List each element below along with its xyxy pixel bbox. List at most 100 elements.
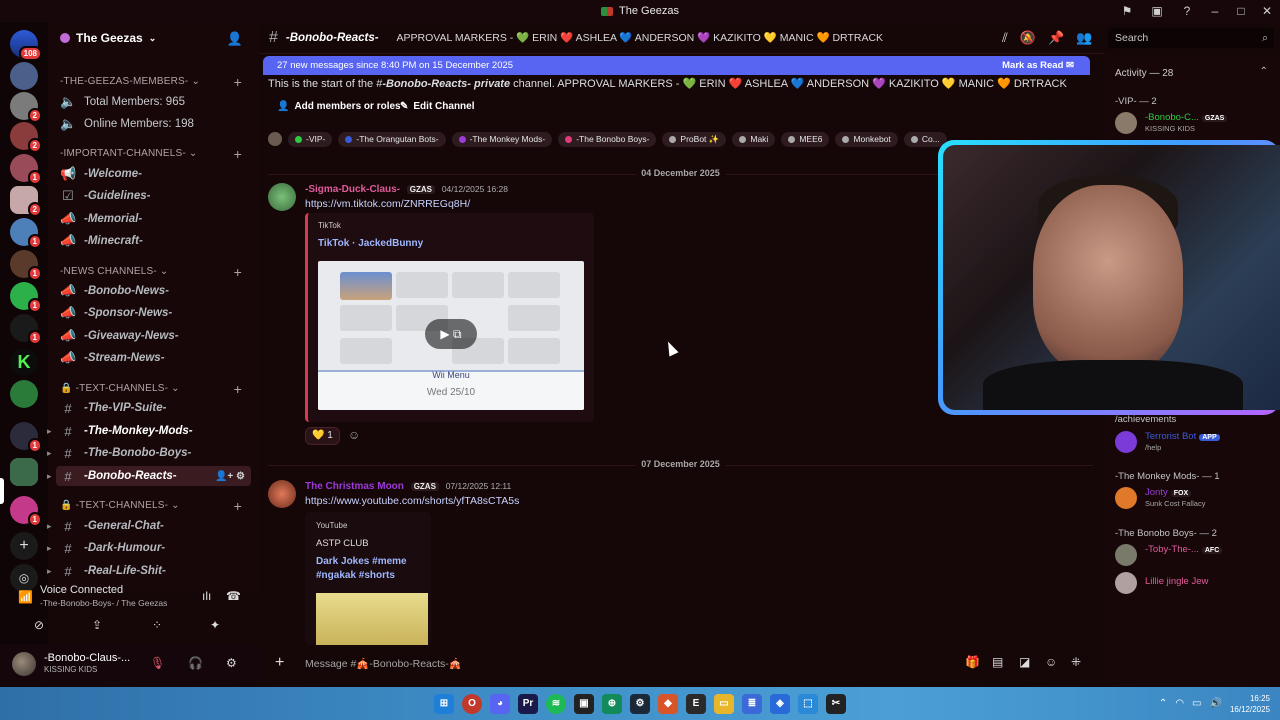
- add-attachment-icon[interactable]: +: [275, 654, 284, 672]
- close-button[interactable]: ✕: [1254, 4, 1280, 18]
- new-messages-bar[interactable]: 27 new messages since 8:40 PM on 15 Dece…: [263, 56, 1090, 75]
- deafen-icon[interactable]: 🎧: [188, 656, 203, 670]
- gear-icon[interactable]: ⚙: [226, 656, 237, 670]
- channel-real-life[interactable]: ▸ # -Real-Life-Shit-: [47, 561, 251, 581]
- channel-settings-icon[interactable]: 👤+ ⚙: [215, 471, 245, 482]
- noise-suppression-icon[interactable]: ılı: [202, 589, 211, 603]
- channel-monkey-mods[interactable]: ▸ # -The-Monkey-Mods-: [47, 421, 251, 441]
- add-members-button[interactable]: 👤 Add members or roles: [277, 101, 401, 112]
- discord-icon[interactable]: ◕: [490, 693, 510, 714]
- opera-icon[interactable]: O: [462, 693, 482, 714]
- add-channel-icon[interactable]: +: [234, 498, 242, 514]
- member-item[interactable]: Lillie jingle Jew: [1115, 570, 1275, 596]
- edit-channel-button[interactable]: ✎ Edit Channel: [400, 101, 475, 112]
- server-header[interactable]: The Geezas ⌄ 👤: [48, 22, 259, 54]
- reaction-button[interactable]: 💛 1: [305, 427, 340, 445]
- start-icon[interactable]: ⊞: [434, 693, 454, 714]
- invite-people-icon[interactable]: 👤: [227, 31, 243, 47]
- channel-bonobo-news[interactable]: 📣 -Bonobo-News-: [56, 281, 251, 301]
- server-icon[interactable]: 2: [10, 92, 42, 123]
- message-link[interactable]: https://www.youtube.com/shorts/yfTA8sCTA…: [305, 495, 519, 507]
- role-chip[interactable]: -The Monkey Mods-: [451, 131, 553, 147]
- embed-provider[interactable]: TikTok: [318, 221, 341, 230]
- voice-location[interactable]: -The-Bonobo-Boys- / The Geezas: [40, 598, 167, 608]
- app-icon[interactable]: ⬚: [798, 693, 818, 714]
- role-chip[interactable]: ProBot ✨: [662, 131, 727, 147]
- xbox-icon[interactable]: ⊕: [602, 693, 622, 714]
- apps-icon[interactable]: ⁜: [1071, 655, 1081, 669]
- screen-share-icon[interactable]: ⇪: [92, 618, 102, 632]
- member-item[interactable]: Terrorist Bot APP /help: [1115, 429, 1275, 455]
- server-icon[interactable]: 1: [10, 250, 42, 281]
- stat-total-members[interactable]: 🔈 Total Members: 965: [56, 92, 251, 112]
- message-author[interactable]: -Sigma-Duck-Claus- GZAS 04/12/2025 16:28: [305, 184, 508, 195]
- add-channel-icon[interactable]: +: [234, 74, 242, 90]
- spotify-icon[interactable]: ≋: [546, 693, 566, 714]
- play-icon[interactable]: ▶ ⧉: [425, 319, 477, 349]
- camera-off-icon[interactable]: ⊘: [34, 618, 44, 632]
- add-channel-icon[interactable]: +: [234, 264, 242, 280]
- video-thumbnail[interactable]: [316, 593, 428, 645]
- avatar[interactable]: [12, 652, 36, 676]
- server-icon[interactable]: 1: [10, 218, 42, 249]
- epic-icon[interactable]: E: [686, 693, 706, 714]
- embed-video[interactable]: ▶ ⧉ Wii Menu Wed 25/10: [318, 261, 584, 410]
- stat-online-members[interactable]: 🔈 Online Members: 198: [56, 114, 251, 134]
- server-icon[interactable]: 2: [10, 186, 42, 217]
- embed-title[interactable]: TikTok · JackedBunny: [318, 238, 423, 249]
- soundboard-icon[interactable]: ✦: [210, 618, 220, 632]
- category-news[interactable]: -NEWS CHANNELS- ⌄ +: [60, 264, 250, 280]
- member-item[interactable]: -Bonobo-C... GZAS KISSING KIDS: [1115, 110, 1275, 136]
- server-icon[interactable]: 2: [10, 122, 42, 153]
- mute-icon[interactable]: 🎙: [150, 656, 165, 670]
- role-chip[interactable]: -The Bonobo Boys-: [558, 131, 657, 147]
- server-icon[interactable]: 1: [10, 154, 42, 185]
- server-icon[interactable]: 1: [10, 282, 42, 313]
- channel-general-chat[interactable]: ▸ # -General-Chat-: [47, 516, 251, 536]
- capcut-icon[interactable]: ✂: [826, 693, 846, 714]
- embed-channel[interactable]: ASTP CLUB: [316, 538, 369, 549]
- member-item[interactable]: -Toby-The-... AFC: [1115, 542, 1275, 568]
- server-icon-the-geezas[interactable]: [10, 458, 38, 486]
- embed-provider[interactable]: YouTube: [316, 521, 347, 530]
- username[interactable]: -Bonobo-Claus-...: [44, 652, 130, 664]
- message-composer[interactable]: + Message #🎪-Bonobo-Reacts-🎪 🎁 ▤ ◪ ☺ ⁜: [263, 650, 1095, 676]
- add-channel-icon[interactable]: +: [234, 381, 242, 397]
- channel-bonobo-reacts[interactable]: ▸ # -Bonobo-Reacts- 👤+ ⚙: [47, 466, 251, 486]
- mark-as-read-button[interactable]: Mark as Read ✉: [1002, 60, 1074, 71]
- category-important[interactable]: -IMPORTANT-CHANNELS- ⌄ +: [60, 146, 250, 162]
- channel-minecraft[interactable]: 📣 -Minecraft-: [56, 231, 251, 251]
- role-chip[interactable]: -The Orangutan Bots-: [338, 131, 446, 147]
- channel-giveaway-news[interactable]: 📣 -Giveaway-News-: [56, 326, 251, 346]
- game-launcher-icon[interactable]: ◆: [658, 693, 678, 714]
- avatar[interactable]: [268, 183, 296, 211]
- avatar[interactable]: [268, 480, 296, 508]
- inbox-icon[interactable]: ⚑: [1112, 4, 1142, 18]
- clock[interactable]: 16:25 16/12/2025: [1230, 693, 1270, 715]
- member-list-icon[interactable]: 👥: [1076, 30, 1092, 46]
- help-icon[interactable]: ?: [1172, 4, 1202, 18]
- channel-memorial[interactable]: 📣 -Memorial-: [56, 209, 251, 229]
- notifications-icon[interactable]: 🔕: [1020, 30, 1036, 46]
- role-chip[interactable]: Maki: [732, 131, 776, 147]
- add-channel-icon[interactable]: +: [234, 146, 242, 162]
- search-input[interactable]: Search ⌕: [1108, 28, 1274, 48]
- chevron-up-icon[interactable]: ⌃: [1159, 698, 1167, 709]
- premiere-icon[interactable]: Pr: [518, 693, 538, 714]
- disconnect-icon[interactable]: ☎: [226, 589, 241, 603]
- gift-icon[interactable]: 🎁: [965, 655, 980, 669]
- member-item[interactable]: Jonty FOX Sunk Cost Fallacy: [1115, 485, 1275, 511]
- channel-welcome[interactable]: 📢 -Welcome-: [56, 164, 251, 184]
- gif-icon[interactable]: ▤: [992, 655, 1003, 669]
- activities-icon[interactable]: ⁘: [152, 618, 162, 632]
- wifi-icon[interactable]: ◠: [1175, 698, 1184, 709]
- channel-stream-news[interactable]: 📣 -Stream-News-: [56, 348, 251, 368]
- category-members[interactable]: -THE-GEEZAS-MEMBERS- ⌄ +: [60, 74, 250, 90]
- channel-bonobo-boys[interactable]: ▸ # -The-Bonobo-Boys-: [47, 443, 251, 463]
- nvidia-icon[interactable]: ▣: [574, 693, 594, 714]
- embed-title[interactable]: Dark Jokes #meme #ngakak #shorts: [316, 555, 431, 583]
- channel-guidelines[interactable]: ☑ -Guidelines-: [56, 186, 251, 206]
- server-icon[interactable]: 1: [10, 314, 42, 345]
- role-chip[interactable]: Monkebot: [835, 131, 898, 147]
- chevron-up-icon[interactable]: ⌃: [1260, 66, 1268, 77]
